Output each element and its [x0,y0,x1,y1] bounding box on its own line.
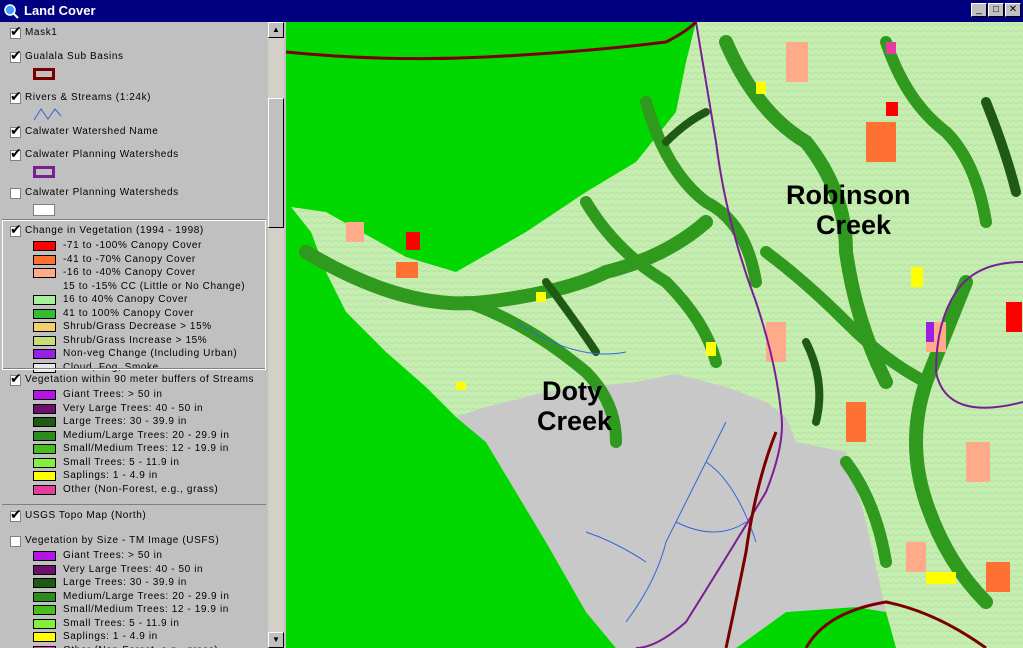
layer-name[interactable]: USGS Topo Map (North) [25,510,146,521]
legend-label: Shrub/Grass Decrease > 15% [63,321,212,332]
legend-label: 15 to -15% CC (Little or No Change) [63,280,246,292]
layer-checkbox[interactable] [10,507,22,523]
legend-label: 41 to 100% Canopy Cover [63,307,195,319]
layer-checkbox[interactable] [10,222,22,238]
layer-name[interactable]: Change in Vegetation (1994 - 1998) [25,225,204,236]
layer-symbol [33,166,55,178]
legend-swatch [33,471,56,481]
legend-label: -16 to -40% Canopy Cover [63,267,196,278]
layer-name[interactable]: Vegetation by Size - TM Image (USFS) [25,535,219,546]
window-title: Land Cover [24,3,96,18]
layer-checkbox[interactable] [10,89,22,105]
legend-label: -41 to -70% Canopy Cover [63,253,196,265]
layer-checkbox[interactable] [10,146,22,162]
legend-label: Medium/Large Trees: 20 - 29.9 in [63,590,230,602]
legend-label: Saplings: 1 - 4.9 in [63,470,158,481]
legend-label: Large Trees: 30 - 39.9 in [63,416,187,427]
map-canvas[interactable]: Robinson Creek Doty Creek [286,22,1023,648]
legend-swatch [33,241,56,251]
legend-swatch [33,632,56,642]
legend-swatch [33,322,56,332]
layer-name[interactable]: Calwater Watershed Name [25,126,158,137]
layer-checkbox[interactable] [10,48,22,64]
legend-swatch [33,430,56,441]
legend-swatch [33,335,56,346]
group-divider [2,504,266,505]
group-divider [2,368,266,369]
legend-swatch [33,349,56,359]
legend-label: Large Trees: 30 - 39.9 in [63,577,187,588]
group-divider [2,219,266,220]
legend-label: Small Trees: 5 - 11.9 in [63,617,180,629]
scroll-up-arrow-icon[interactable]: ▲ [268,22,284,38]
legend-swatch [33,403,56,414]
legend-label: Shrub/Grass Increase > 15% [63,334,208,346]
layer-name[interactable]: Gualala Sub Basins [25,51,124,62]
legend-label: Giant Trees: > 50 in [63,550,163,561]
legend-swatch [33,605,56,615]
legend-label: Small Trees: 5 - 11.9 in [63,456,180,468]
legend-label: Non-veg Change (Including Urban) [63,348,238,359]
legend-swatch [33,308,56,319]
layer-checkbox[interactable] [10,536,21,547]
layer-checkbox[interactable] [10,371,22,387]
magnifier-globe-icon [4,4,19,19]
restore-button[interactable]: □ [988,3,1004,17]
minimize-button[interactable]: _ [971,3,987,17]
legend-swatch [33,268,56,278]
legend-swatch [33,484,56,495]
toc-scrollbar[interactable]: ▲ ▼ [268,22,284,648]
map-label-doty-line2: Creek [537,406,613,436]
layer-name[interactable]: Mask1 [25,27,57,38]
legend-label: Other (Non-Forest, e.g., grass) [63,483,219,495]
layer-checkbox[interactable] [10,123,22,139]
legend-swatch [33,578,56,588]
layer-checkbox[interactable] [10,188,21,199]
legend-swatch [33,444,56,454]
layer-name[interactable]: Calwater Planning Watersheds [25,187,179,198]
legend-label: Small/Medium Trees: 12 - 19.9 in [63,604,229,615]
layer-name[interactable]: Vegetation within 90 meter buffers of St… [25,374,254,385]
scroll-thumb[interactable] [268,98,284,228]
layer-checkbox[interactable] [10,24,22,40]
legend-label: Other (Non-Forest, e.g., grass) [63,645,218,648]
legend-swatch [33,591,56,602]
map-label-robinson-line1: Robinson [786,180,910,210]
close-button[interactable]: ✕ [1005,3,1021,17]
legend-swatch [33,417,56,427]
legend-label: Very Large Trees: 40 - 50 in [63,402,204,414]
legend-label: Very Large Trees: 40 - 50 in [63,563,204,575]
legend-swatch [33,390,56,400]
table-of-contents: Mask1 Gualala Sub Basins Rivers & Streams … [0,22,268,648]
legend-label: Small/Medium Trees: 12 - 19.9 in [63,443,229,454]
map-label-doty-line1: Doty [542,376,602,406]
layer-name[interactable]: Calwater Planning Watersheds [25,149,179,160]
legend-swatch [33,295,56,305]
legend-swatch [33,457,56,468]
layer-symbol [33,204,55,216]
legend-label: Medium/Large Trees: 20 - 29.9 in [63,429,230,441]
layer-symbol [33,68,55,80]
scroll-down-arrow-icon[interactable]: ▼ [268,632,284,648]
legend-label: Giant Trees: > 50 in [63,389,163,400]
legend-label: Cloud, Fog, Smoke [63,361,159,373]
legend-swatch [33,564,56,575]
legend-label: 16 to 40% Canopy Cover [63,294,188,305]
layer-name[interactable]: Rivers & Streams (1:24k) [25,92,151,103]
map-label-robinson-line2: Creek [816,210,892,240]
legend-swatch [33,254,56,265]
window-titlebar: Land Cover _ □ ✕ [0,0,1023,22]
legend-label: -71 to -100% Canopy Cover [63,240,202,251]
stream-line-symbol [33,108,62,121]
legend-swatch [33,551,56,561]
map-view[interactable]: Robinson Creek Doty Creek [286,22,1023,648]
legend-label: Saplings: 1 - 4.9 in [63,631,158,642]
legend-swatch [33,618,56,629]
